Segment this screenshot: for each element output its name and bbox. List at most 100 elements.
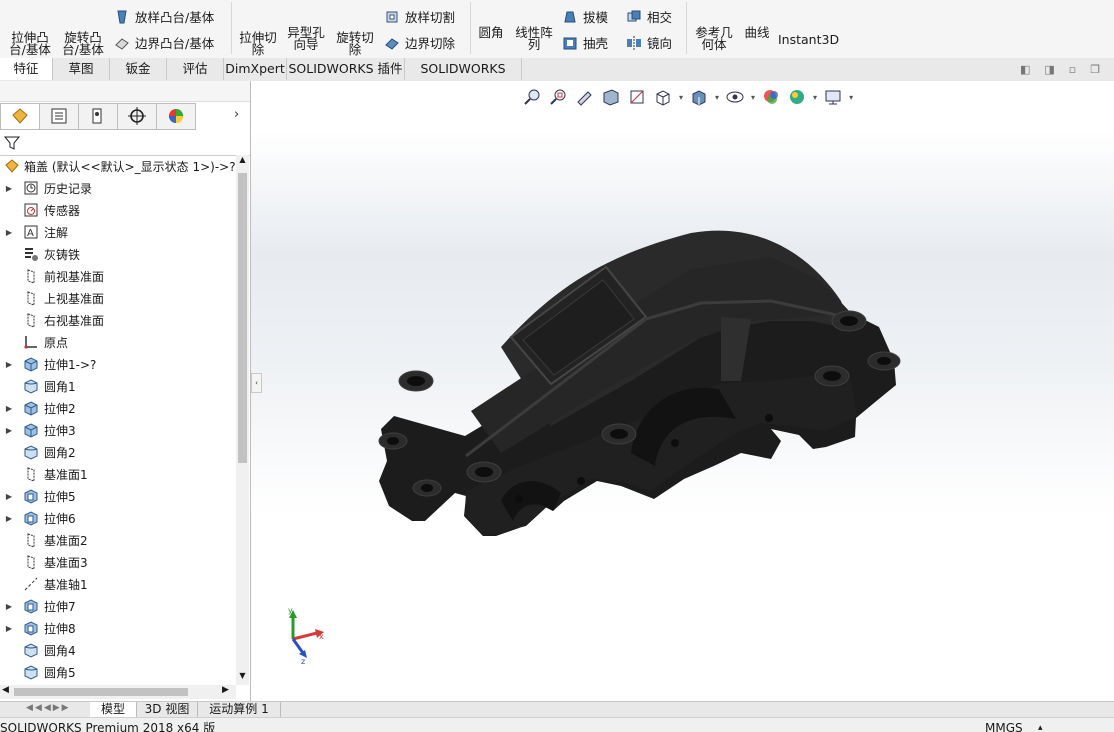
boundary-cut-button[interactable]: 边界切除 [384,33,455,52]
tab-feature-manager[interactable] [0,103,40,130]
loft-boss-label: 放样凸台/基体 [135,10,215,25]
tree-item[interactable]: 圆角4 [0,639,236,661]
loft-cut-button[interactable]: 放样切割 [384,7,455,26]
tree-item[interactable]: 右视基准面 [0,309,236,331]
expand-arrow-icon[interactable]: ▶ [2,184,16,193]
tree-item-label: 拉伸6 [44,511,76,526]
tab-sheet-metal[interactable]: 钣金 [110,58,167,80]
tree-item[interactable]: ▶ 拉伸3 [0,419,236,441]
tree-item[interactable]: ▶ 拉伸6 [0,507,236,529]
ribbon-separator [470,2,471,54]
extrude-boss-button[interactable]: 拉伸凸 台/基体 [6,8,54,58]
tree-item[interactable]: ▶ A 注解 [0,221,236,243]
tab-3d-views[interactable]: 3D 视图 [137,702,198,717]
mirror-button[interactable]: 镜向 [626,33,672,52]
shell-button[interactable]: 抽壳 [562,33,608,52]
tree-vertical-scrollbar[interactable]: ▲ ▼ [236,155,249,685]
scroll-left-icon[interactable]: ◀ [2,685,9,695]
panel-splitter[interactable] [0,81,250,102]
tree-item[interactable]: 基准面2 [0,529,236,551]
reference-geometry-button[interactable]: 参考几 何体 ▾ [692,3,736,58]
tab-solidworks-mbd[interactable]: SOLIDWORKS MBD [405,58,522,98]
scroll-right-icon[interactable]: ▶ [222,685,229,695]
curves-button[interactable]: 曲线 ▾ [740,3,774,58]
tree-item[interactable]: ▶ 拉伸7 [0,595,236,617]
cut-extrude-icon [22,510,40,526]
boundary-boss-button[interactable]: 边界凸台/基体 [114,33,214,52]
gearbox-cover-model[interactable] [251,81,1114,701]
scroll-up-icon[interactable]: ▲ [236,155,249,169]
tree-item[interactable]: ▶ 拉伸1->? [0,353,236,375]
tab-dimxpert-manager[interactable] [117,103,157,130]
tab-motion-study[interactable]: 运动算例 1 [198,702,281,717]
tree-horizontal-scrollbar[interactable]: ◀ ▶ [0,685,236,699]
chevron-up-icon[interactable]: ▴ [1038,718,1043,732]
revolve-boss-label: 旋转凸 台/基体 [62,30,104,57]
curves-label: 曲线 [744,25,770,40]
linear-pattern-label: 线性阵 列 [515,25,553,52]
intersect-label: 相交 [647,10,673,25]
revolve-cut-label: 旋转切 除 [336,30,374,57]
tab-solidworks-addins[interactable]: SOLIDWORKS 插件 [287,58,405,80]
tab-dimxpert[interactable]: DimXpert [224,58,287,80]
scroll-down-icon[interactable]: ▼ [236,671,249,685]
revolve-boss-button[interactable]: 旋转凸 台/基体 [58,8,108,58]
graphics-area[interactable]: ▾ ▾ ▾ ▾ ▾ ‹ y x z [251,81,1114,701]
tree-item[interactable]: ▶ 拉伸8 [0,617,236,639]
filter-icon[interactable] [4,135,20,151]
tree-root-label: 箱盖 (默认<<默认>_显示状态 1>)->? [24,159,236,174]
unit-system-selector[interactable]: MMGS [985,718,1023,732]
tree-item[interactable]: 圆角5 [0,661,236,683]
loft-boss-button[interactable]: 放样凸台/基体 [114,7,214,26]
expand-arrow-icon[interactable]: ▶ [2,228,16,237]
tree-root[interactable]: 箱盖 (默认<<默认>_显示状态 1>)->? [0,155,236,177]
tree-item[interactable]: ▶ 拉伸2 [0,397,236,419]
tree-item[interactable]: 灰铸铁 [0,243,236,265]
tree-item[interactable]: ▶ 拉伸5 [0,485,236,507]
scroll-thumb[interactable] [238,173,247,463]
expand-arrow-icon[interactable]: ▶ [2,602,16,611]
tree-item[interactable]: 圆角1 [0,375,236,397]
tab-features[interactable]: 特征 [0,58,53,80]
tree-item[interactable]: 传感器 [0,199,236,221]
instant3d-button[interactable]: Instant3D [778,10,839,58]
tab-display-manager[interactable] [156,103,196,130]
sensor-icon [22,202,40,218]
extrude-cut-button[interactable]: 拉伸切 除 [236,8,280,58]
tree-item[interactable]: 上视基准面 [0,287,236,309]
tree-item[interactable]: 基准面1 [0,463,236,485]
draft-button[interactable]: 拔模 [562,7,608,26]
hole-wizard-button[interactable]: 异型孔 向导 ▾ [284,3,328,58]
scroll-thumb[interactable] [14,688,188,696]
plane-icon [22,532,40,548]
tree-item[interactable]: 圆角2 [0,441,236,463]
tab-model[interactable]: 模型 [90,702,137,717]
tree-item[interactable]: 前视基准面 [0,265,236,287]
expand-arrow-icon[interactable]: ▶ [2,624,16,633]
tree-item[interactable]: 基准轴1 [0,573,236,595]
expand-arrow-icon[interactable]: ▶ [2,492,16,501]
linear-pattern-button[interactable]: 线性阵 列 ▾ [512,3,556,58]
tree-item-label: 基准轴1 [44,577,88,592]
history-icon [22,180,40,196]
expand-arrow-icon[interactable]: ▶ [2,514,16,523]
tab-property-manager[interactable] [39,103,79,130]
revolve-cut-button[interactable]: 旋转切 除 [332,8,378,58]
tab-configuration-manager[interactable] [78,103,118,130]
tree-item[interactable]: 基准面3 [0,551,236,573]
chevron-right-icon[interactable]: › [234,107,239,122]
tab-sketch[interactable]: 草图 [53,58,110,80]
plane-icon [22,554,40,570]
tree-item-label: 前视基准面 [44,269,105,284]
tab-evaluate[interactable]: 评估 [167,58,224,80]
intersect-button[interactable]: 相交 [626,7,672,26]
fillet-button[interactable]: 圆角 ▾ [474,3,508,58]
expand-arrow-icon[interactable]: ▶ [2,426,16,435]
tab-scroll-arrows[interactable]: ◀◀◀▶▶ [26,703,71,713]
expand-arrow-icon[interactable]: ▶ [2,360,16,369]
window-controls[interactable]: ◧◨▫❐ [1020,63,1114,76]
tree-item[interactable]: ▶ 历史记录 [0,177,236,199]
y-axis-label: y [288,606,293,615]
tree-item[interactable]: 原点 [0,331,236,353]
expand-arrow-icon[interactable]: ▶ [2,404,16,413]
